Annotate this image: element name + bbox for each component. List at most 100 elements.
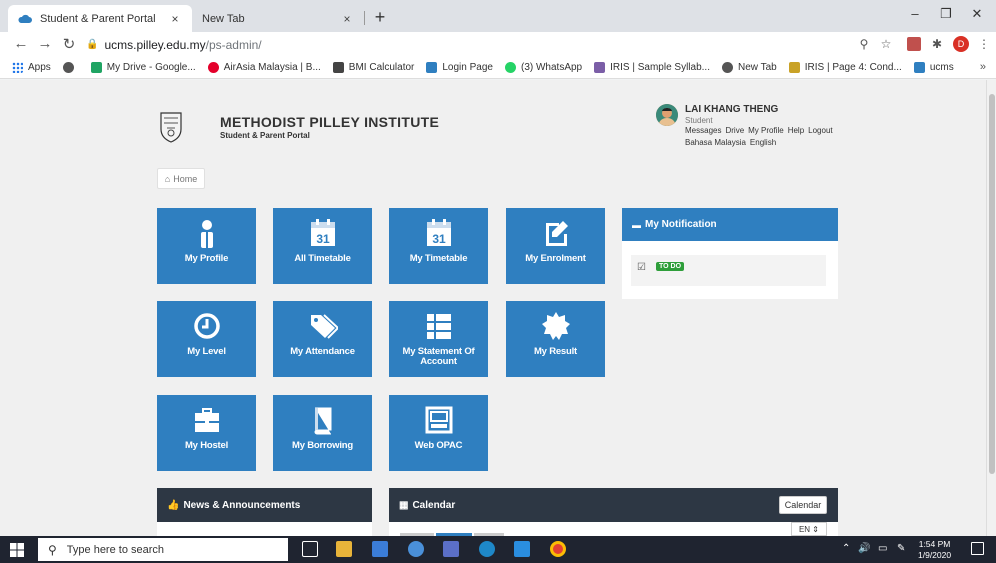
word-icon[interactable] — [443, 541, 459, 557]
user-photo-icon — [656, 104, 678, 126]
restore-button[interactable]: ❐ — [931, 6, 961, 22]
iris-icon — [788, 62, 800, 73]
language-malay-link[interactable]: Bahasa Malaysia — [685, 138, 746, 147]
bookmark-apps[interactable]: Apps — [12, 62, 51, 73]
app-icon[interactable] — [408, 541, 424, 557]
edit-icon — [545, 221, 568, 246]
volume-icon[interactable]: 🔊 — [858, 543, 870, 554]
windows-taskbar: ⚲ Type here to search ⌃ 🔊 ▭ ✎ 1:54 PM 1/… — [0, 536, 996, 563]
url-host: ucms.pilley.edu.my — [104, 37, 206, 52]
photos-icon[interactable] — [514, 541, 530, 557]
file-explorer-icon[interactable] — [336, 541, 352, 557]
pdf-extension-icon[interactable] — [907, 37, 921, 51]
taskbar-search-input[interactable]: ⚲ Type here to search — [38, 538, 288, 561]
tab-student-portal[interactable]: Student & Parent Portal × — [8, 5, 192, 32]
clock-time: 1:54 PM — [918, 539, 951, 549]
bookmark-ucms[interactable]: ucms — [913, 62, 954, 73]
new-tab-button[interactable]: + — [370, 7, 390, 28]
list-icon — [426, 314, 451, 339]
tab-new-tab[interactable]: New Tab × — [192, 5, 364, 32]
tray-chevron-icon[interactable]: ⌃ — [842, 543, 850, 554]
tile-my-borrowing[interactable]: My Borrowing — [273, 395, 372, 471]
tab-close-button[interactable]: × — [340, 12, 354, 26]
tile-my-profile[interactable]: My Profile — [157, 208, 256, 284]
tile-my-enrolment[interactable]: My Enrolment — [506, 208, 605, 284]
bookmark-drive[interactable]: My Drive - Google... — [90, 62, 196, 73]
chrome-icon[interactable] — [550, 541, 566, 557]
menu-dots-icon[interactable]: ⋮ — [976, 36, 992, 52]
person-icon — [200, 220, 213, 248]
zoom-icon[interactable]: ⚲ — [856, 36, 872, 52]
breadcrumb-home[interactable]: ⌂ Home — [157, 168, 205, 189]
drive-icon — [90, 62, 102, 73]
mail-icon[interactable] — [372, 541, 388, 557]
pen-icon[interactable]: ✎ — [897, 543, 905, 554]
bookmark-bmi[interactable]: BMI Calculator — [332, 62, 414, 73]
tile-my-level[interactable]: My Level — [157, 301, 256, 377]
scrollbar-thumb[interactable] — [989, 94, 995, 474]
notification-panel: ▬ My Notification ☑ TO DO — [622, 208, 838, 299]
help-link[interactable]: Help — [788, 126, 804, 135]
tab-separator — [364, 11, 365, 25]
folder-icon: ▬ — [632, 219, 641, 230]
page-scrollbar[interactable] — [986, 80, 996, 536]
bookmark-iris-syllabus[interactable]: IRIS | Sample Syllab... — [594, 62, 710, 73]
tab-close-button[interactable]: × — [168, 12, 182, 26]
thumbs-up-icon: 👍 — [167, 499, 180, 511]
windows-start-icon[interactable] — [10, 543, 24, 557]
bookmark-airasia[interactable]: AirAsia Malaysia | B... — [207, 62, 321, 73]
notification-header: ▬ My Notification — [622, 208, 838, 241]
notification-item[interactable]: ☑ TO DO — [631, 255, 826, 286]
notification-center-icon[interactable] — [971, 542, 984, 555]
battery-icon[interactable]: ▭ — [878, 543, 887, 554]
puzzle-icon[interactable]: ✱ — [929, 36, 945, 52]
minimize-button[interactable]: – — [900, 6, 930, 21]
logout-link[interactable]: Logout — [808, 126, 832, 135]
taskbar-clock[interactable]: 1:54 PM 1/9/2020 — [918, 539, 951, 561]
bookmark-whatsapp[interactable]: (3) WhatsApp — [504, 62, 582, 73]
search-icon: ⚲ — [48, 542, 57, 557]
language-english-link[interactable]: English — [750, 138, 776, 147]
drive-link[interactable]: Drive — [725, 126, 744, 135]
svg-text:31: 31 — [432, 232, 446, 246]
institute-name: METHODIST PILLEY INSTITUTE — [220, 114, 440, 130]
calendar-language-select[interactable]: EN ⇕ — [791, 522, 827, 536]
tab-strip: Student & Parent Portal × New Tab × + – … — [0, 0, 996, 32]
tile-my-hostel[interactable]: My Hostel — [157, 395, 256, 471]
user-links: Messages Drive My Profile Help Logout — [685, 126, 837, 135]
whatsapp-icon — [504, 62, 516, 73]
bookmark-iris-page4[interactable]: IRIS | Page 4: Cond... — [788, 62, 902, 73]
messages-link[interactable]: Messages — [685, 126, 721, 135]
tile-my-timetable[interactable]: 31 My Timetable — [389, 208, 488, 284]
address-bar[interactable]: 🔒 ucms.pilley.edu.my/ps-admin/ — [86, 35, 896, 54]
bookmark-new-tab[interactable]: New Tab — [721, 62, 777, 73]
task-view-icon[interactable] — [302, 541, 318, 557]
forward-arrow-icon[interactable]: → — [36, 35, 54, 52]
user-avatar[interactable] — [656, 104, 678, 126]
home-icon: ⌂ — [164, 173, 171, 184]
bookmark-login[interactable]: Login Page — [426, 62, 493, 73]
close-window-button[interactable]: ✕ — [962, 6, 992, 22]
bookmarks-more-button[interactable]: » — [980, 61, 986, 73]
star-icon[interactable]: ☆ — [878, 36, 894, 52]
cloud-icon — [18, 14, 32, 23]
briefcase-icon — [194, 408, 219, 432]
my-profile-link[interactable]: My Profile — [748, 126, 784, 135]
reload-icon[interactable]: ↻ — [60, 35, 78, 53]
checkbox-icon: ☑ — [637, 262, 646, 273]
tile-my-attendance[interactable]: My Attendance — [273, 301, 372, 377]
tile-my-statement-of-account[interactable]: My Statement Of Account — [389, 301, 488, 377]
url-path: /ps-admin/ — [205, 37, 262, 52]
portal-page: METHODIST PILLEY INSTITUTE Student & Par… — [0, 80, 986, 536]
tag-icon — [310, 314, 338, 339]
tile-all-timetable[interactable]: 31 All Timetable — [273, 208, 372, 284]
calendar-button[interactable]: Calendar — [779, 496, 827, 514]
profile-avatar[interactable]: D — [953, 36, 969, 52]
news-panel-body — [157, 522, 372, 536]
bookmark-globe[interactable] — [62, 62, 79, 73]
tile-my-result[interactable]: My Result — [506, 301, 605, 377]
institute-crest-logo — [160, 112, 182, 143]
edge-icon[interactable] — [479, 541, 495, 557]
tile-web-opac[interactable]: Web OPAC — [389, 395, 488, 471]
back-arrow-icon[interactable]: ← — [12, 35, 30, 52]
